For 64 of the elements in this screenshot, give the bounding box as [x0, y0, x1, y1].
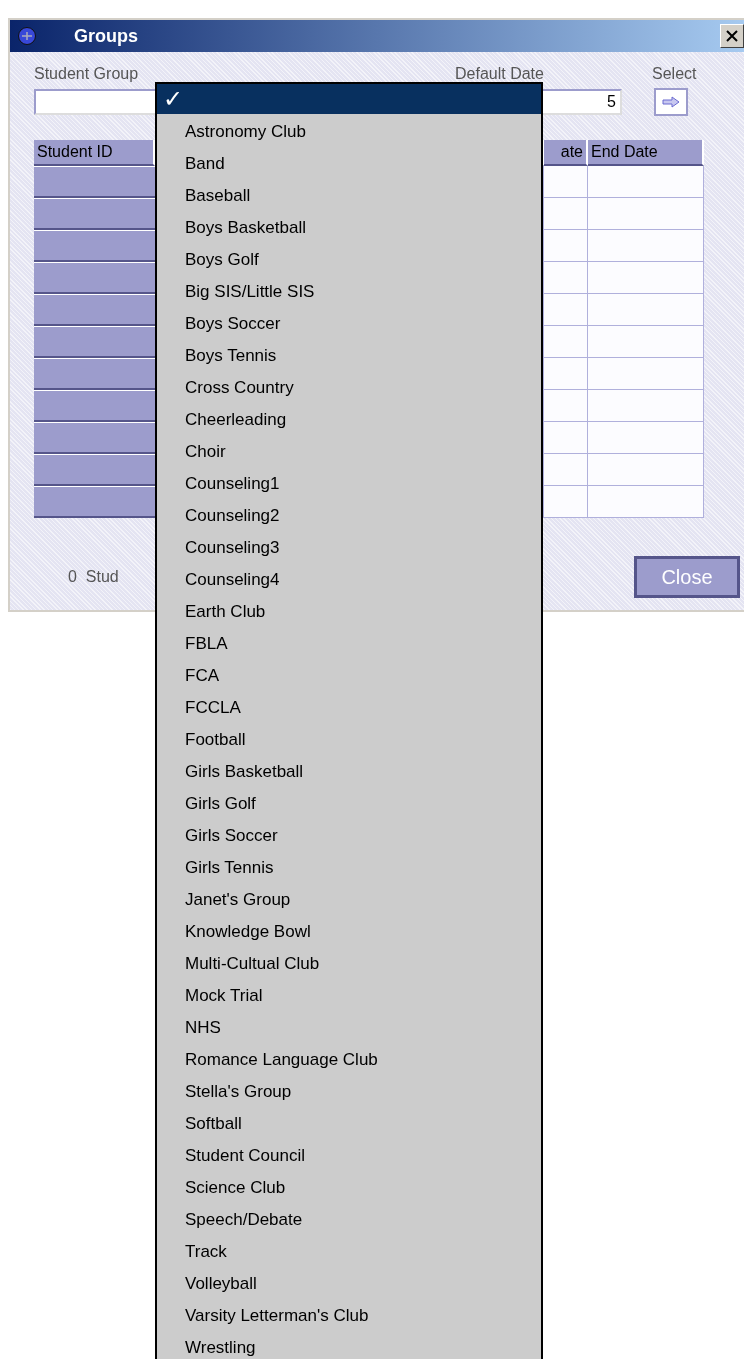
field-label: Default Date [455, 65, 545, 83]
dropdown-item[interactable]: FCCLA [157, 692, 541, 724]
dropdown-item[interactable]: Counseling3 [157, 532, 541, 564]
dropdown-item[interactable]: Choir [157, 436, 541, 468]
student-count: 0 Stud [68, 568, 119, 586]
dropdown-item[interactable]: Wrestling [157, 1332, 541, 1359]
table-cell [544, 262, 588, 294]
dropdown-item[interactable]: Counseling4 [157, 564, 541, 596]
table-cell [544, 230, 588, 262]
dropdown-item[interactable]: Romance Language Club [157, 1044, 541, 1076]
dropdown-item[interactable]: Earth Club [157, 596, 541, 628]
dropdown-item[interactable]: Volleyball [157, 1268, 541, 1300]
dropdown-item[interactable]: Boys Golf [157, 244, 541, 276]
dropdown-item[interactable]: Girls Golf [157, 788, 541, 820]
dropdown-item[interactable]: Speech/Debate [157, 1204, 541, 1236]
table-cell [544, 422, 588, 454]
dropdown-item[interactable]: Girls Basketball [157, 756, 541, 788]
table-cell [544, 198, 588, 230]
dropdown-item[interactable]: Science Club [157, 1172, 541, 1204]
table-cell [544, 358, 588, 390]
dropdown-item[interactable]: FBLA [157, 628, 541, 660]
dropdown-item[interactable]: Stella's Group [157, 1076, 541, 1108]
arrow-right-icon [662, 96, 680, 108]
dropdown-item[interactable]: Mock Trial [157, 980, 541, 1012]
field-label: Student Group [34, 65, 140, 83]
dropdown-item[interactable]: Band [157, 148, 541, 180]
dropdown-item[interactable]: Big SIS/Little SIS [157, 276, 541, 308]
dropdown-item[interactable]: Student Council [157, 1140, 541, 1172]
table-cell [544, 390, 588, 422]
close-button[interactable] [720, 24, 744, 48]
dropdown-item[interactable]: Football [157, 724, 541, 756]
dropdown-item[interactable]: Track [157, 1236, 541, 1268]
dropdown-item[interactable]: Knowledge Bowl [157, 916, 541, 948]
dropdown-item[interactable]: Counseling1 [157, 468, 541, 500]
dropdown-item[interactable]: FCA [157, 660, 541, 692]
dropdown-item[interactable]: Baseball [157, 180, 541, 212]
window-title: Groups [74, 25, 139, 47]
table-cell [544, 294, 588, 326]
column-header: ate [544, 140, 588, 166]
dropdown-item[interactable]: Multi-Cultual Club [157, 948, 541, 980]
table-cell [544, 486, 588, 518]
column-header: Student ID [34, 140, 155, 166]
dropdown-item[interactable]: Girls Tennis [157, 852, 541, 884]
dropdown-item[interactable]: Boys Basketball [157, 212, 541, 244]
close-icon [726, 30, 738, 42]
table-cell [544, 326, 588, 358]
dropdown-item[interactable]: Astronomy Club [157, 116, 541, 148]
dropdown-item[interactable]: NHS [157, 1012, 541, 1044]
dropdown-item[interactable]: Cheerleading [157, 404, 541, 436]
table-cell [544, 166, 588, 198]
table-cell [544, 454, 588, 486]
dropdown-item[interactable]: Janet's Group [157, 884, 541, 916]
dropdown-item[interactable]: Softball [157, 1108, 541, 1140]
dropdown-item[interactable]: Boys Tennis [157, 340, 541, 372]
select-button[interactable] [654, 88, 688, 116]
field-label: Select [652, 65, 698, 83]
dropdown-item[interactable]: ✓ [157, 84, 541, 114]
dropdown-item[interactable]: Girls Soccer [157, 820, 541, 852]
dropdown-item[interactable]: Boys Soccer [157, 308, 541, 340]
dropdown-item[interactable]: Varsity Letterman's Club [157, 1300, 541, 1332]
app-logo-icon [18, 27, 36, 45]
dropdown-item[interactable]: Cross Country [157, 372, 541, 404]
dropdown-item[interactable]: Counseling2 [157, 500, 541, 532]
column-header: End Date [588, 140, 704, 166]
